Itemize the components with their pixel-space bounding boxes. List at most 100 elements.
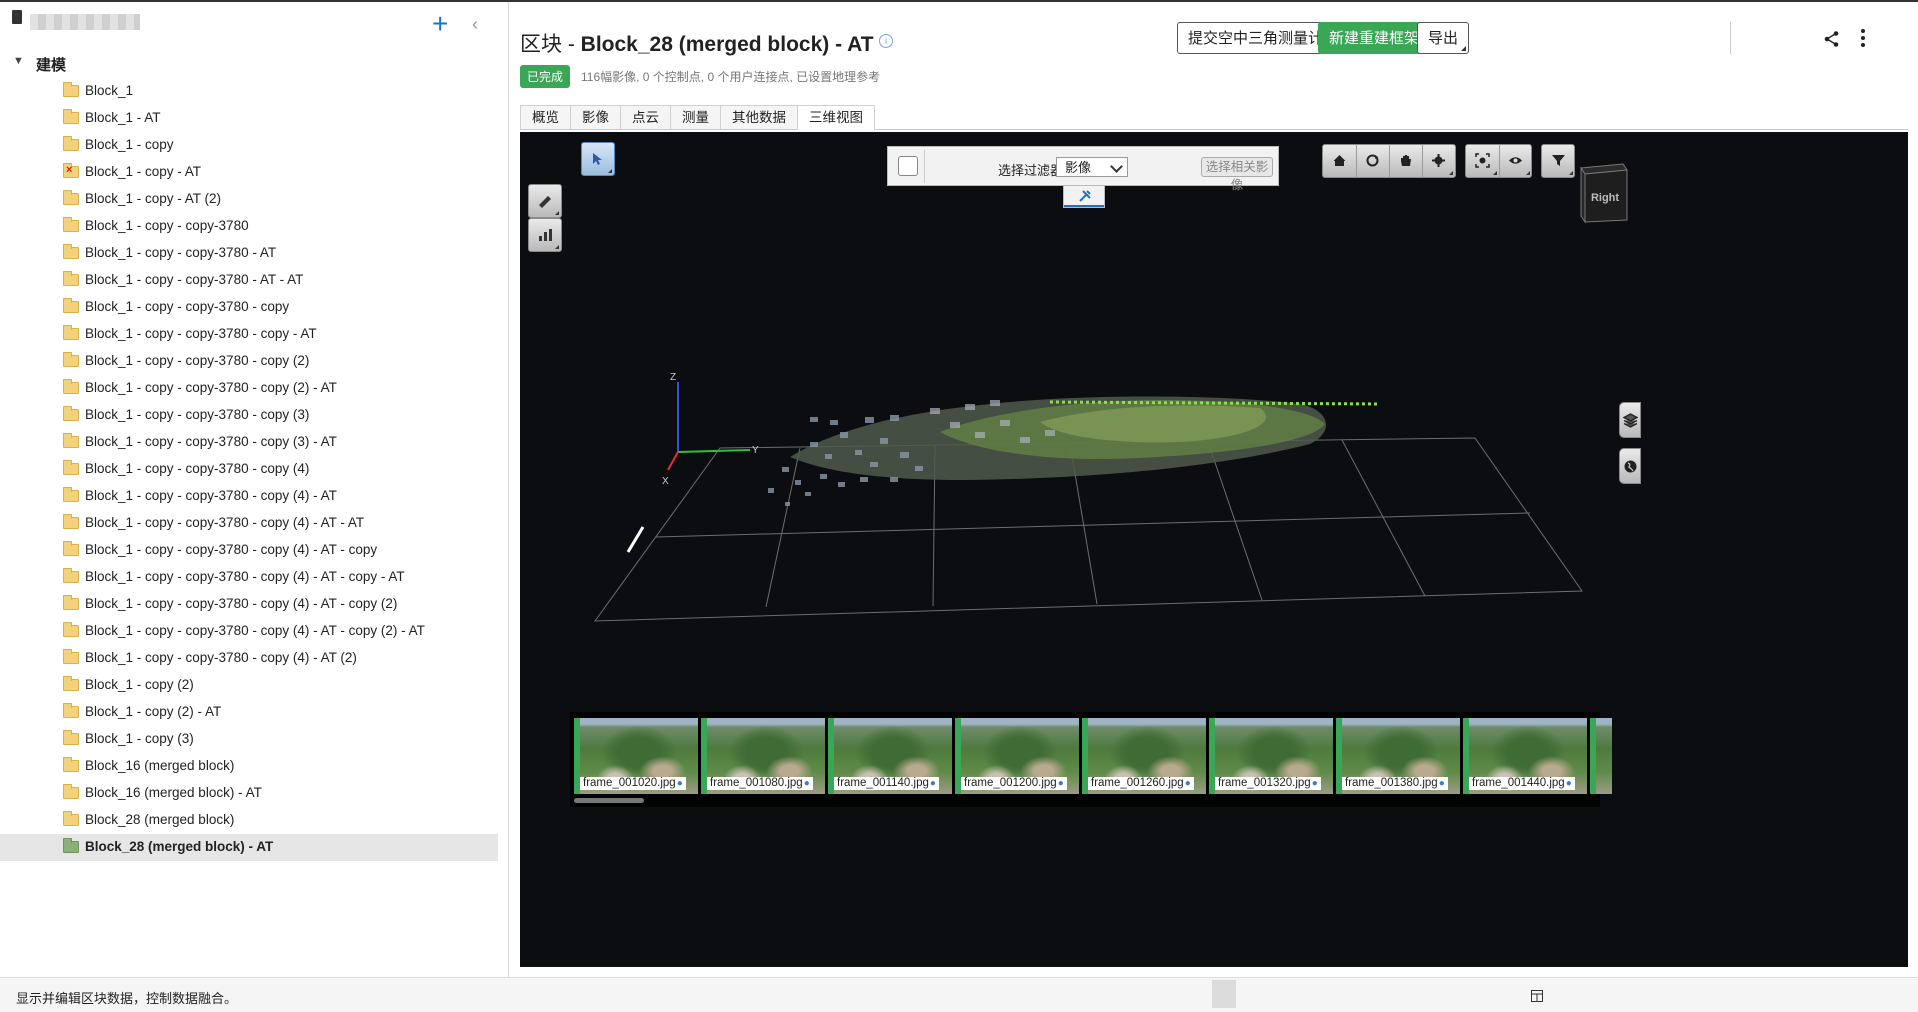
- image-thumbnail[interactable]: frame_001260.jpg●: [1082, 718, 1206, 794]
- image-thumbnail[interactable]: frame_001320.jpg●: [1209, 718, 1333, 794]
- status-placeholder: [1212, 980, 1236, 1008]
- focus-icon: [1475, 153, 1490, 168]
- thumbnail-filename: frame_001260.jpg: [1091, 777, 1184, 789]
- share-icon[interactable]: [1823, 30, 1841, 48]
- image-thumbnail[interactable]: frame_001020.jpg●: [574, 718, 698, 794]
- folder-icon: [63, 784, 79, 799]
- tree-item[interactable]: Block_1 - copy - copy-3780 - copy: [0, 294, 498, 321]
- tree-item[interactable]: Block_1 - copy - copy-3780 - AT - AT: [0, 267, 498, 294]
- tab-2[interactable]: 点云: [620, 105, 671, 129]
- view-settings-button[interactable]: [1422, 145, 1455, 177]
- image-thumbnail[interactable]: frame_001440.jpg●: [1463, 718, 1587, 794]
- chevron-down-icon: [1110, 160, 1123, 173]
- selection-tool-button[interactable]: [581, 142, 615, 176]
- 3d-viewer[interactable]: Z Y X 选择过滤器: 影像 选择相关影像 Right frame_00102…: [520, 132, 1908, 967]
- info-icon[interactable]: i: [879, 34, 893, 48]
- focus-button[interactable]: [1466, 145, 1500, 177]
- project-file-icon: [12, 10, 22, 24]
- tree-item[interactable]: Block_1 - copy - copy-3780 - copy (3): [0, 402, 498, 429]
- tree-item-label: Block_1 - copy - copy-3780 - copy (3): [85, 407, 310, 422]
- geotag-pin-icon: ●: [1311, 778, 1318, 789]
- tree-item[interactable]: Block_28 (merged block) - AT: [0, 834, 498, 861]
- view-cube[interactable]: Right: [1577, 162, 1629, 224]
- tree-item[interactable]: Block_1 - copy - AT: [0, 159, 498, 186]
- filter-select[interactable]: 影像: [1056, 157, 1128, 177]
- tree-root-label: 建模: [36, 57, 67, 74]
- pan-button[interactable]: [1389, 145, 1423, 177]
- tree-item[interactable]: Block_1 - copy (2) - AT: [0, 699, 498, 726]
- tree-item[interactable]: Block_1 - copy - copy-3780 - copy (4) - …: [0, 591, 498, 618]
- select-related-images-button[interactable]: 选择相关影像: [1201, 157, 1273, 192]
- tree-item-label: Block_1 - copy - copy-3780 - copy: [85, 299, 290, 314]
- tree-item[interactable]: Block_1 - copy - copy-3780 - copy (4) - …: [0, 618, 498, 645]
- tree-item[interactable]: Block_1 - copy - copy-3780 - copy - AT: [0, 321, 498, 348]
- tree-item[interactable]: Block_1 - copy (3): [0, 726, 498, 753]
- tree-item[interactable]: Block_1 - copy - copy-3780 - copy (2): [0, 348, 498, 375]
- thumbnail-scrollbar[interactable]: [574, 798, 644, 803]
- tree-item[interactable]: Block_16 (merged block) - AT: [0, 780, 498, 807]
- tree-item-label: Block_1 - copy - copy-3780 - copy (4) - …: [85, 569, 405, 584]
- tree-item[interactable]: Block_1 - copy - copy-3780 - copy (3) - …: [0, 429, 498, 456]
- tab-3[interactable]: 测量: [670, 105, 721, 129]
- tree-item[interactable]: Block_1 - copy - copy-3780: [0, 213, 498, 240]
- app-window: + ‹ ▼ 建模 Block_1 Block_1 - AT Block_1 - co…: [0, 0, 1918, 1012]
- tab-0[interactable]: 概览: [520, 105, 571, 129]
- tree-item[interactable]: Block_1 - copy - AT (2): [0, 186, 498, 213]
- tree-item[interactable]: Block_1 - copy - copy-3780 - copy (2) - …: [0, 375, 498, 402]
- funnel-icon: [1552, 155, 1565, 166]
- new-reconstruction-button[interactable]: 新建重建框架: [1318, 22, 1431, 54]
- tree-item-label: Block_1 - copy - copy-3780 - copy (4): [85, 461, 310, 476]
- tree-item[interactable]: Block_1 - copy - copy-3780 - copy (4): [0, 456, 498, 483]
- image-thumbnail[interactable]: frame_001140.jpg●: [828, 718, 952, 794]
- geotag-pin-icon: ●: [676, 778, 683, 789]
- tree-item[interactable]: Block_1 - copy - copy-3780 - copy (4) - …: [0, 564, 498, 591]
- tree-item[interactable]: Block_1 - copy - copy-3780 - copy (4) - …: [0, 483, 498, 510]
- scene-canvas[interactable]: Z Y X: [520, 132, 1908, 967]
- thumbnail-caption: frame_001020.jpg●: [580, 777, 686, 790]
- ruler-icon: [539, 196, 551, 208]
- export-button[interactable]: 导出: [1417, 22, 1470, 54]
- measure-tool-button[interactable]: [528, 184, 562, 218]
- tree-item[interactable]: Block_16 (merged block): [0, 753, 498, 780]
- sidebar-header: + ‹: [0, 2, 508, 38]
- add-block-button[interactable]: +: [432, 10, 448, 38]
- globe-button[interactable]: [1619, 448, 1641, 484]
- tree-item[interactable]: Block_1 - copy - copy-3780 - AT: [0, 240, 498, 267]
- collapse-sidebar-icon[interactable]: ‹: [472, 14, 478, 35]
- orbit-button[interactable]: [1356, 145, 1390, 177]
- tab-5[interactable]: 三维视图: [797, 105, 875, 130]
- analysis-tool-button[interactable]: [528, 218, 562, 252]
- scale-bar: [626, 526, 645, 553]
- image-thumbnail[interactable]: frame_001200.jpg●: [955, 718, 1079, 794]
- home-view-button[interactable]: [1323, 145, 1357, 177]
- tree-item[interactable]: Block_1: [0, 78, 498, 105]
- folder-icon: [63, 190, 79, 205]
- folder-icon: [63, 352, 79, 367]
- gear-icon: [1432, 154, 1445, 167]
- image-thumbnail-partial[interactable]: [1590, 718, 1612, 794]
- folder-icon: [63, 325, 79, 340]
- tab-1[interactable]: 影像: [570, 105, 621, 129]
- tree-item[interactable]: Block_1 - copy - copy-3780 - copy (4) - …: [0, 645, 498, 672]
- chevron-down-icon[interactable]: ▼: [13, 55, 24, 67]
- folder-icon: [63, 244, 79, 259]
- visibility-button[interactable]: [1499, 145, 1532, 177]
- image-thumbnail[interactable]: frame_001380.jpg●: [1336, 718, 1460, 794]
- image-thumbnail-strip[interactable]: frame_001020.jpg● frame_001080.jpg● frame_…: [570, 712, 1612, 807]
- filter-mode-icon[interactable]: [898, 156, 918, 176]
- layers-button[interactable]: [1619, 402, 1641, 438]
- tree-item[interactable]: Block_1 - copy: [0, 132, 498, 159]
- filter-bar-toggle[interactable]: [1063, 186, 1105, 208]
- tree-item[interactable]: Block_1 - AT: [0, 105, 498, 132]
- tab-4[interactable]: 其他数据: [720, 105, 798, 129]
- tree-root-modeling[interactable]: ▼ 建模: [0, 50, 508, 76]
- tree-item[interactable]: Block_1 - copy - copy-3780 - copy (4) - …: [0, 510, 498, 537]
- image-thumbnail[interactable]: frame_001080.jpg●: [701, 718, 825, 794]
- tree-item[interactable]: Block_1 - copy (2): [0, 672, 498, 699]
- more-options-icon[interactable]: [1860, 28, 1866, 48]
- panel-toggle-icon[interactable]: [1531, 990, 1543, 1002]
- tree-item[interactable]: Block_28 (merged block): [0, 807, 498, 834]
- filter-button[interactable]: [1542, 145, 1575, 177]
- tree-item[interactable]: Block_1 - copy - copy-3780 - copy (4) - …: [0, 537, 498, 564]
- thumbnail-filename: frame_001080.jpg: [710, 777, 803, 789]
